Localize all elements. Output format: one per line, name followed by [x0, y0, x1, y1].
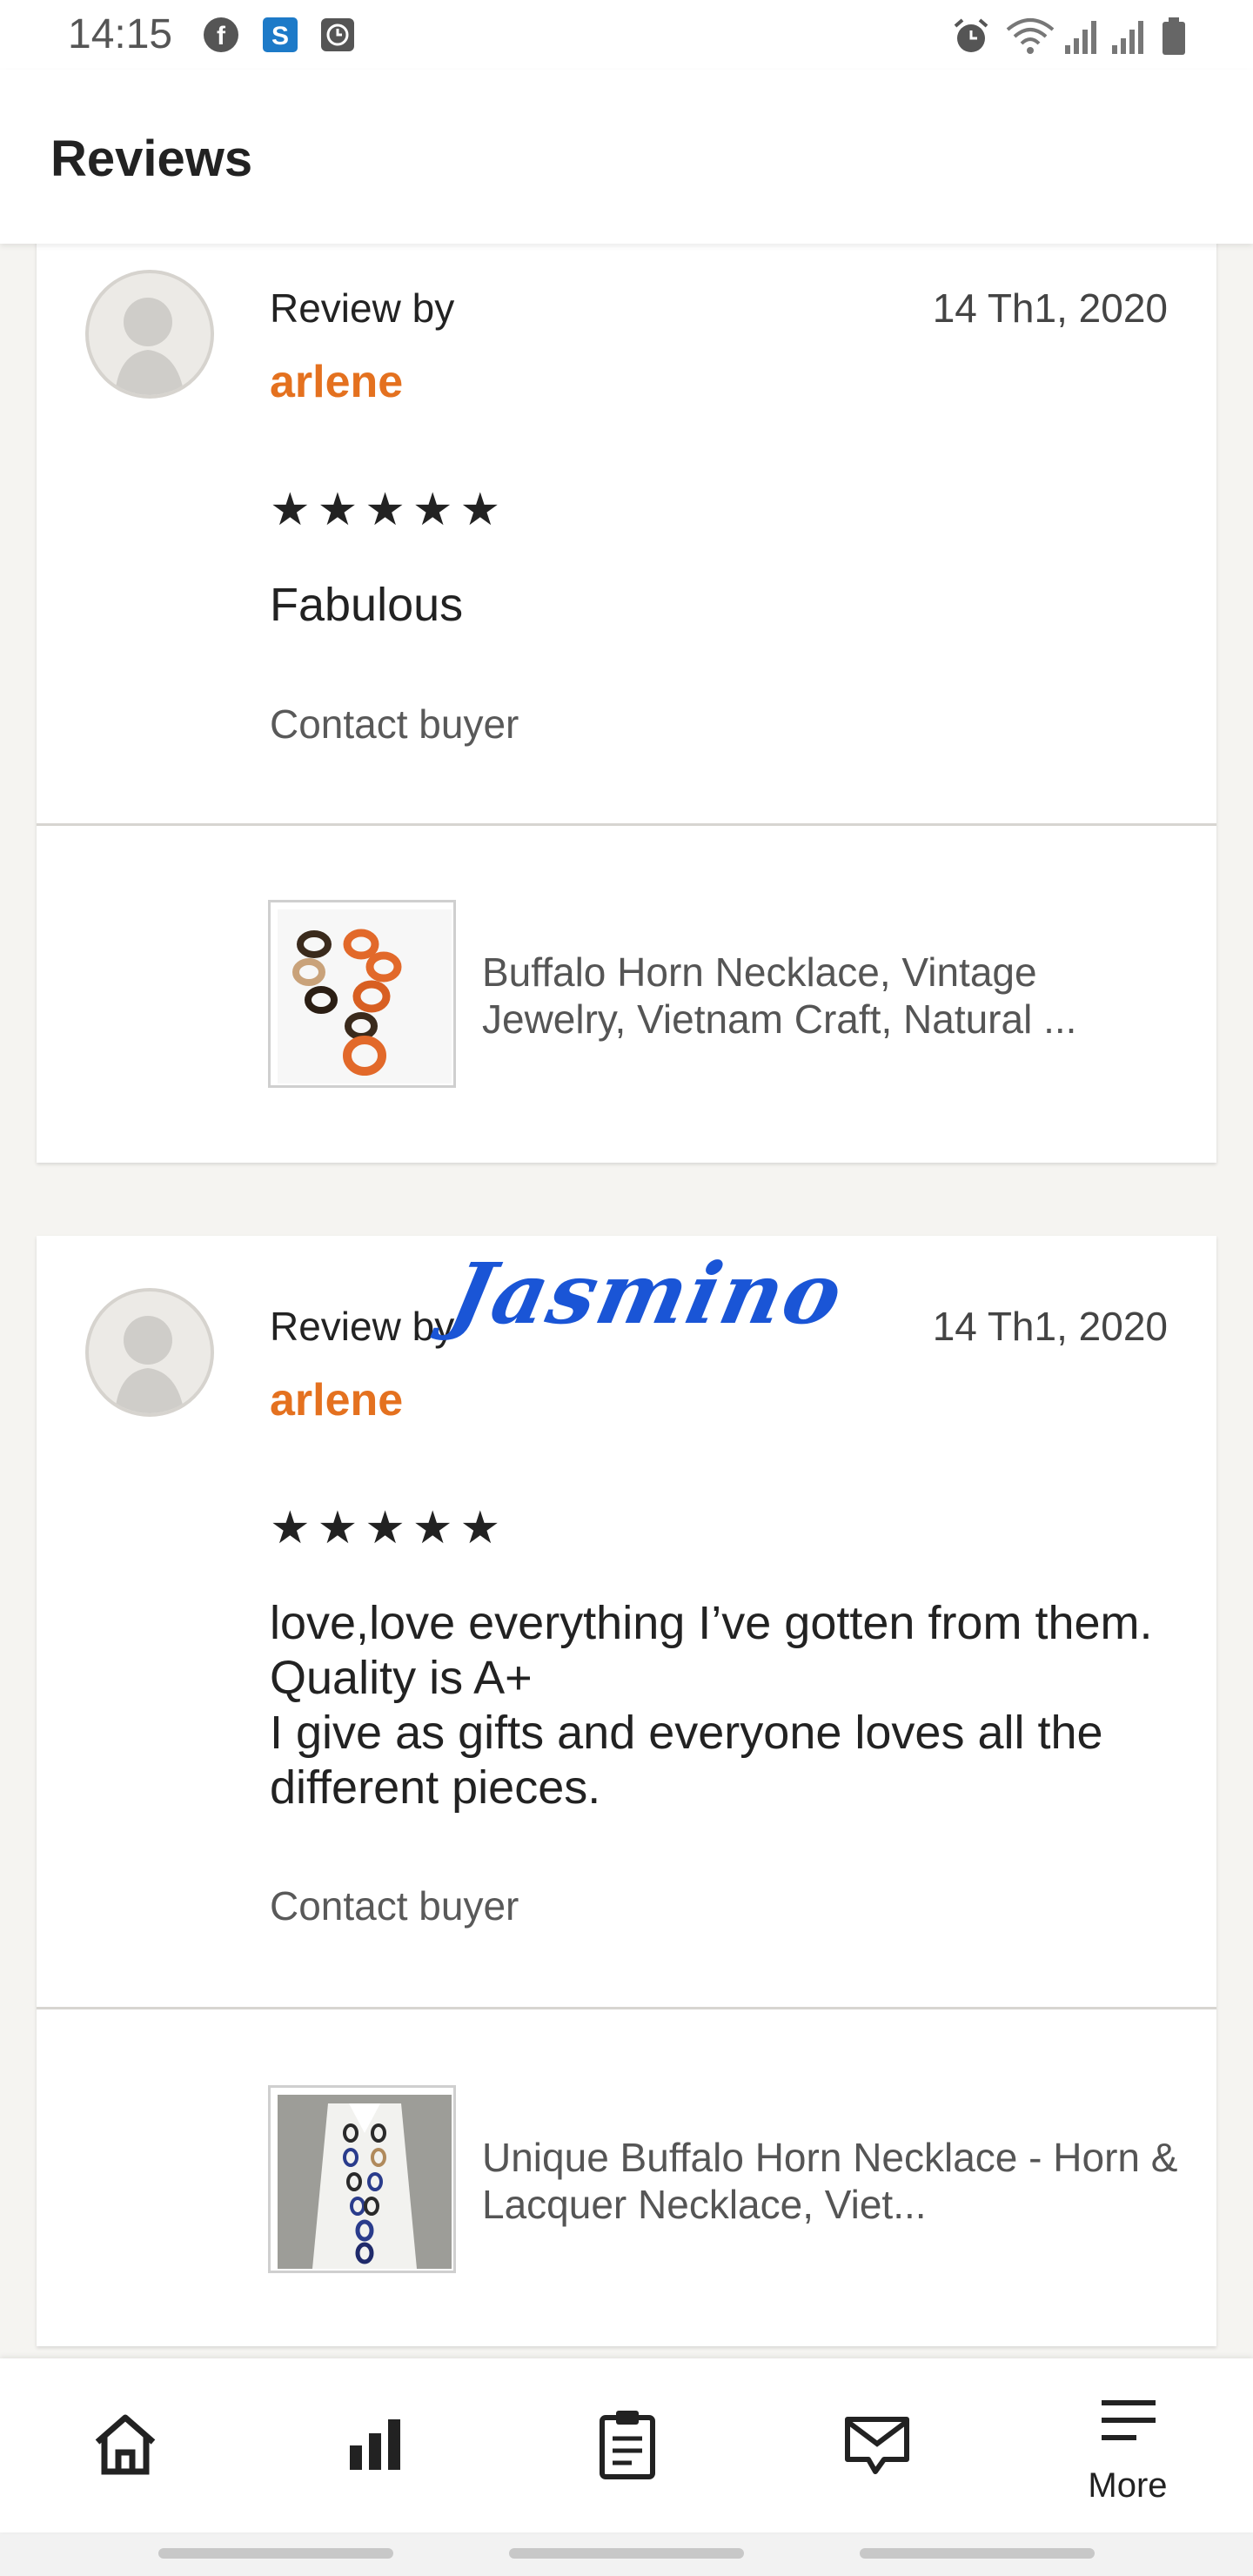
avatar[interactable]	[85, 270, 214, 399]
review-card: Review by arlene 14 Th1, 2020 ★★★★★ love…	[37, 1236, 1216, 2346]
review-text: love,love everything I’ve gotten from th…	[270, 1597, 1153, 1814]
nav-messages[interactable]	[752, 2358, 1002, 2532]
divider	[37, 823, 1216, 826]
bottom-navigation: More	[0, 2358, 1253, 2532]
wifi-icon	[1004, 16, 1056, 62]
product-title[interactable]: Buffalo Horn Necklace, Vintage Jewelry, …	[482, 949, 1178, 1043]
review-by-label: Review by	[270, 1304, 455, 1349]
signal-icon-2	[1110, 16, 1149, 62]
orders-icon	[600, 2411, 655, 2479]
gesture-bar	[0, 2532, 1253, 2576]
svg-text:S: S	[271, 22, 289, 50]
skype-icon: S	[261, 16, 299, 58]
gesture-pill[interactable]	[860, 2548, 1095, 2559]
status-bar: 14:15 f S	[0, 0, 1253, 70]
star-rating: ★★★★★	[270, 485, 508, 535]
review-date: 14 Th1, 2020	[932, 1304, 1168, 1349]
stats-icon	[350, 2419, 400, 2470]
review-date: 14 Th1, 2020	[932, 285, 1168, 331]
review-card: Review by arlene 14 Th1, 2020 ★★★★★ Fabu…	[37, 218, 1216, 1163]
nav-stats[interactable]	[251, 2358, 501, 2532]
svg-text:f: f	[217, 22, 226, 50]
review-by-label: Review by	[270, 285, 455, 331]
messages-icon	[845, 2417, 909, 2474]
reviewer-name[interactable]: arlene	[270, 1373, 403, 1427]
star-rating: ★★★★★	[270, 1503, 508, 1553]
gesture-pill[interactable]	[509, 2548, 744, 2559]
status-time: 14:15	[68, 11, 173, 57]
clock-app-icon	[318, 16, 357, 58]
gesture-pill[interactable]	[158, 2548, 393, 2559]
alarm-icon	[950, 16, 992, 62]
menu-icon	[1102, 2400, 1156, 2440]
nav-home[interactable]	[0, 2358, 251, 2532]
divider	[37, 2007, 1216, 2009]
page-title: Reviews	[50, 131, 253, 187]
app-header: Reviews	[0, 70, 1253, 244]
home-icon	[95, 2414, 156, 2475]
contact-buyer-link[interactable]: Contact buyer	[270, 1882, 519, 1930]
product-thumbnail[interactable]	[268, 2085, 456, 2273]
signal-icon	[1063, 16, 1102, 62]
nav-more[interactable]: More	[1002, 2358, 1253, 2532]
avatar[interactable]	[85, 1288, 214, 1417]
signature-overlay: Jasmino	[441, 1244, 853, 1343]
nav-orders[interactable]	[501, 2358, 752, 2532]
battery-icon	[1161, 16, 1187, 62]
reviewer-name[interactable]: arlene	[270, 355, 403, 409]
nav-more-label: More	[1088, 2466, 1168, 2505]
review-text: Fabulous	[270, 579, 464, 631]
facebook-icon: f	[202, 16, 240, 58]
product-thumbnail[interactable]	[268, 900, 456, 1088]
contact-buyer-link[interactable]: Contact buyer	[270, 700, 519, 748]
product-title[interactable]: Unique Buffalo Horn Necklace - Horn & La…	[482, 2134, 1178, 2228]
